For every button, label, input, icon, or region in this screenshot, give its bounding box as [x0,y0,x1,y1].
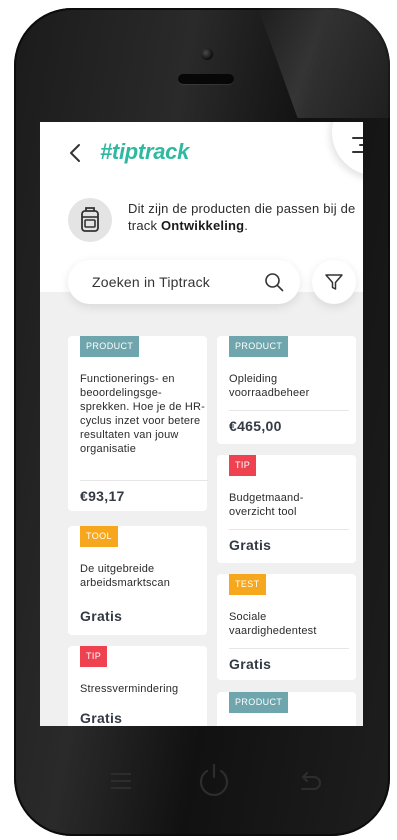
card-divider [229,648,349,649]
product-card[interactable]: TIP Budgetmaand-overzicht tool Gratis [217,455,356,563]
card-price: €93,17 [80,488,125,504]
card-price: €465,00 [229,418,282,434]
power-icon[interactable] [196,762,232,798]
tiptrack-logo[interactable]: #tiptrack [100,139,189,165]
card-price: Gratis [80,710,123,726]
hamburger-menu-icon[interactable] [352,137,363,155]
card-price: Gratis [80,608,123,624]
card-title: Budgetmaand-overzicht tool [229,492,304,518]
product-card[interactable]: PRODUCT Functionerings- en beoordelingsg… [68,336,208,511]
search-placeholder: Zoeken in Tiptrack [92,274,210,290]
card-title: Stressvermindering [80,683,179,695]
intro-text: Dit zijn de producten die passen bij de … [128,201,356,233]
card-divider [229,410,349,411]
badge-product: PRODUCT [80,336,140,357]
search-input[interactable]: Zoeken in Tiptrack [68,260,300,304]
card-divider [229,529,349,530]
product-card[interactable]: PRODUCT Opleiding voorraadbeheer €465,00 [217,336,356,444]
card-price: Gratis [229,537,272,553]
menu-icon[interactable] [110,772,132,790]
product-card[interactable]: TOOL De uitgebreide arbeidsmarktscan Gra… [68,526,207,635]
product-card[interactable]: PRODUCT [217,692,356,726]
badge-tip: TIP [229,455,257,476]
badge-product: PRODUCT [229,336,289,357]
product-card[interactable]: TIP Stressvermindering Gratis [68,646,207,726]
card-title: Functionerings- en beoordelingsge-sprekk… [80,373,206,455]
badge-tool: TOOL [80,526,118,547]
card-title: Opleiding voorraadbeheer [229,373,310,399]
front-camera [201,48,213,60]
product-card[interactable]: TEST Sociale vaardighedentest Gratis [217,574,356,680]
filter-button[interactable] [312,260,356,304]
card-price: Gratis [229,656,272,672]
card-title: Sociale vaardighedentest [229,611,317,637]
chevron-left-icon[interactable] [68,142,84,164]
backpack-icon [68,198,112,242]
filter-icon[interactable] [324,272,344,292]
back-icon[interactable] [296,772,322,792]
earpiece-speaker [178,74,234,84]
badge-test: TEST [229,574,266,595]
card-divider [80,480,208,481]
app-screen: #tiptrack Dit zijn de producten die pass… [40,122,363,726]
track-name: Ontwikkeling [160,218,245,233]
badge-product: PRODUCT [229,692,289,713]
badge-tip: TIP [80,646,108,667]
card-title: De uitgebreide arbeidsmarktscan [80,563,171,589]
search-icon[interactable] [264,272,284,292]
